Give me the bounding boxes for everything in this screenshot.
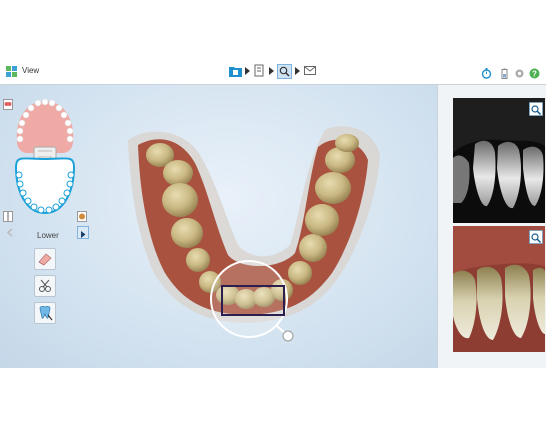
workflow-arrow [295,67,300,75]
color-toggle-icon[interactable] [77,209,87,222]
scan-viewport[interactable]: Lower [0,85,446,368]
page: { "toolbar": { "view_label": "View", "wo… [0,0,546,430]
top-toolbar: View ? [0,58,546,85]
battery-icon [499,66,510,79]
nir-image-panel[interactable] [453,98,545,223]
nir-zoom-icon[interactable] [529,102,543,116]
right-image-panel [437,85,546,368]
envelope-step-icon[interactable] [303,64,316,77]
app-logo-icon [6,66,17,77]
view-menu-label[interactable]: View [22,66,39,75]
gear-icon[interactable] [514,66,525,78]
stopwatch-icon[interactable] [481,66,492,79]
help-icon[interactable]: ? [529,66,540,79]
svg-text:?: ? [532,69,537,78]
folder-step-icon[interactable] [229,64,242,77]
workflow-bar [229,64,319,79]
arch-navigator[interactable] [12,95,78,221]
app-window: View ? Lower [0,58,546,368]
tooth-tool-icon[interactable] [34,302,56,324]
workflow-arrow [245,67,250,75]
left-tool-panel: Lower [0,85,96,368]
occlusion-toggle-icon[interactable] [3,209,13,222]
magnifier-step-icon[interactable] [277,64,292,79]
jaw-label: Lower [37,231,59,240]
document-step-icon[interactable] [253,64,266,77]
color-zoom-icon[interactable] [529,230,543,244]
workflow-arrow [269,67,274,75]
trim-tool-icon[interactable] [34,275,56,297]
previous-jaw-icon[interactable] [5,225,15,237]
eraser-tool-icon[interactable] [34,248,56,270]
next-jaw-icon[interactable] [77,226,89,239]
color-image-panel[interactable] [453,226,545,352]
